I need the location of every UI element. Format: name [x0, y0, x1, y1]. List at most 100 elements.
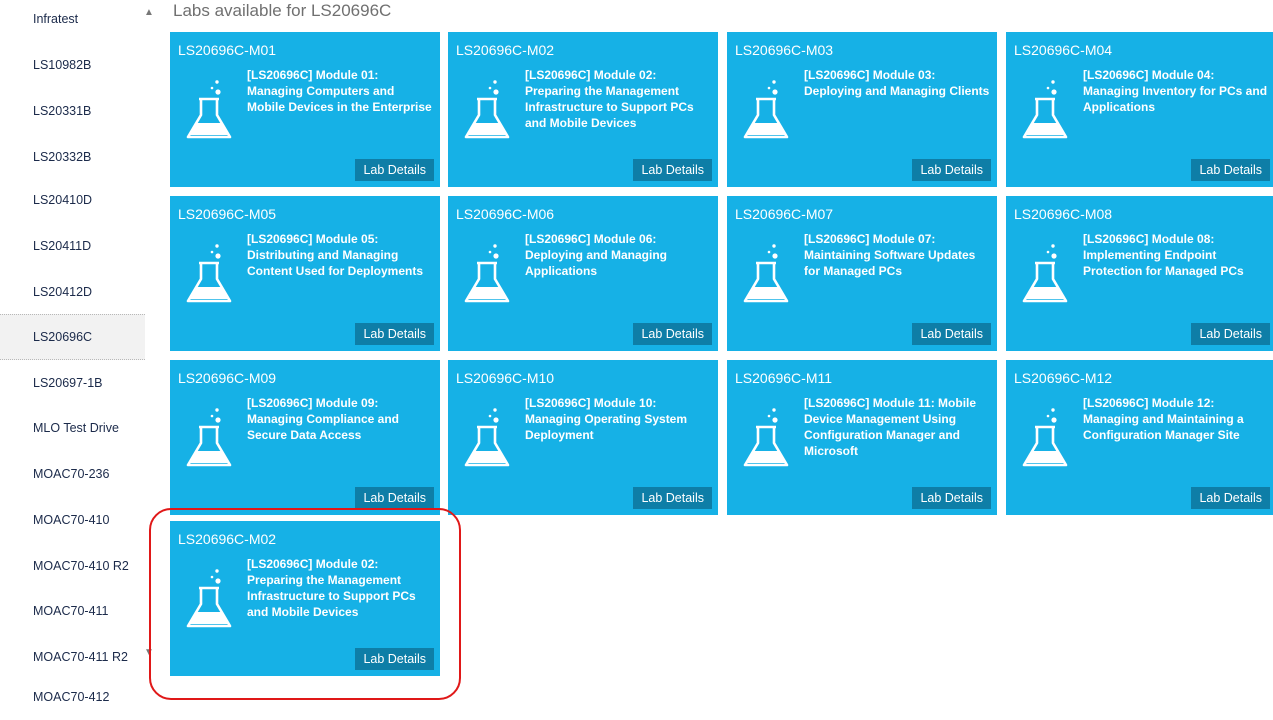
- sidebar-item-moac70-410[interactable]: MOAC70-410: [0, 497, 145, 543]
- sidebar-item-infratest[interactable]: Infratest: [0, 0, 145, 42]
- lab-tile[interactable]: LS20696C-M07 [LS20696C] Module 07: Mainta…: [727, 196, 997, 351]
- sidebar-item-ls20411d[interactable]: LS20411D: [0, 223, 145, 269]
- lab-tile-title: LS20696C-M11: [735, 370, 833, 386]
- sidebar-item-label: MOAC70-410 R2: [33, 559, 129, 573]
- lab-tile-title: LS20696C-M03: [735, 42, 834, 58]
- sidebar-item-mlo-test-drive[interactable]: MLO Test Drive: [0, 405, 145, 451]
- sidebar-item-label: MOAC70-411 R2: [33, 650, 128, 664]
- sidebar-item-ls20697-1b[interactable]: LS20697-1B: [0, 360, 145, 406]
- sidebar-item-moac70-412[interactable]: MOAC70-412: [0, 674, 145, 720]
- lab-details-button[interactable]: Lab Details: [355, 323, 434, 345]
- flask-icon: [462, 405, 512, 469]
- sidebar-item-label: LS20411D: [33, 239, 92, 253]
- lab-details-button[interactable]: Lab Details: [912, 487, 991, 509]
- flask-icon: [184, 405, 234, 469]
- lab-tile[interactable]: LS20696C-M09 [LS20696C] Module 09: Managi…: [170, 360, 440, 515]
- sidebar-item-label: MOAC70-412: [33, 690, 110, 704]
- sidebar-item-label: LS20332B: [33, 150, 92, 164]
- flask-icon: [462, 241, 512, 305]
- chevron-up-icon[interactable]: ▲: [143, 7, 155, 19]
- sidebar-item-label: LS20412D: [33, 285, 93, 299]
- lab-tile-description: [LS20696C] Module 11: Mobile Device Mana…: [804, 396, 977, 458]
- lab-details-button[interactable]: Lab Details: [355, 487, 434, 509]
- chevron-down-icon[interactable]: ▼: [143, 647, 155, 659]
- flask-icon: [741, 405, 791, 469]
- lab-tile[interactable]: LS20696C-M04 [LS20696C] Module 04: Managi…: [1006, 32, 1273, 187]
- lab-tile-title: LS20696C-M01: [178, 42, 277, 58]
- sidebar-item-ls20412d[interactable]: LS20412D: [0, 269, 145, 315]
- sidebar-item-moac70-411[interactable]: MOAC70-411: [0, 588, 145, 634]
- lab-tile[interactable]: LS20696C-M10 [LS20696C] Module 10: Managi…: [448, 360, 718, 515]
- flask-icon: [1020, 241, 1070, 305]
- sidebar-item-ls20331b[interactable]: LS20331B: [0, 88, 145, 134]
- flask-icon: [184, 241, 234, 305]
- lab-tile-title: LS20696C-M04: [1014, 42, 1113, 58]
- lab-tile[interactable]: LS20696C-M02 [LS20696C] Module 02: Prepar…: [448, 32, 718, 187]
- lab-tile-title: LS20696C-M05: [178, 206, 277, 222]
- lab-tile-title: LS20696C-M06: [456, 206, 555, 222]
- flask-icon: [462, 77, 512, 141]
- lab-tile-title: LS20696C-M02: [178, 531, 277, 547]
- lab-tile-title: LS20696C-M09: [178, 370, 277, 386]
- lab-tile-description: [LS20696C] Module 02: Preparing the Mana…: [525, 68, 694, 130]
- lab-tile[interactable]: LS20696C-M08 [LS20696C] Module 08: Implem…: [1006, 196, 1273, 351]
- lab-tile-title: LS20696C-M08: [1014, 206, 1113, 222]
- lab-tile-description: [LS20696C] Module 08: Implementing Endpo…: [1083, 232, 1244, 278]
- flask-icon: [741, 77, 791, 141]
- lab-tile-description: [LS20696C] Module 06: Deploying and Mana…: [525, 232, 668, 278]
- lab-details-button[interactable]: Lab Details: [912, 159, 991, 181]
- sidebar-item-ls10982b[interactable]: LS10982B: [0, 42, 145, 88]
- lab-details-button[interactable]: Lab Details: [633, 487, 712, 509]
- flask-icon: [184, 77, 234, 141]
- lab-tile-description: [LS20696C] Module 10: Managing Operating…: [525, 396, 688, 442]
- sidebar-item-label: LS20410D: [33, 193, 93, 207]
- lab-tile[interactable]: LS20696C-M01 [LS20696C] Module 01: Managi…: [170, 32, 440, 187]
- sidebar-item-label: LS20697-1B: [33, 376, 103, 390]
- lab-details-button[interactable]: Lab Details: [1191, 323, 1270, 345]
- sidebar-item-ls20696c[interactable]: LS20696C: [0, 314, 145, 360]
- flask-icon: [1020, 77, 1070, 141]
- sidebar-item-label: LS10982B: [33, 58, 92, 72]
- lab-details-button[interactable]: Lab Details: [633, 323, 712, 345]
- lab-tile-description: [LS20696C] Module 03: Deploying and Mana…: [804, 68, 990, 98]
- lab-tile-description: [LS20696C] Module 07: Maintaining Softwa…: [804, 232, 976, 278]
- lab-details-button[interactable]: Lab Details: [1191, 159, 1270, 181]
- lab-tile[interactable]: LS20696C-M02 [LS20696C] Module 02: Prepar…: [170, 521, 440, 676]
- lab-tile[interactable]: LS20696C-M11 [LS20696C] Module 11: Mobile…: [727, 360, 997, 515]
- lab-tile-title: LS20696C-M10: [456, 370, 555, 386]
- lab-details-button[interactable]: Lab Details: [355, 648, 434, 670]
- lab-tile-description: [LS20696C] Module 12: Managing and Maint…: [1083, 396, 1244, 442]
- lab-tile-description: [LS20696C] Module 09: Managing Complianc…: [247, 396, 400, 442]
- lab-tile-description: [LS20696C] Module 02: Preparing the Mana…: [247, 557, 416, 619]
- sidebar-item-label: MOAC70-410: [33, 513, 110, 527]
- sidebar-item-ls20332b[interactable]: LS20332B: [0, 134, 145, 180]
- lab-tile-description: [LS20696C] Module 01: Managing Computers…: [247, 68, 432, 114]
- course-sidebar: Infratest LS10982B LS20331B LS20332B LS2…: [0, 0, 145, 704]
- lab-tile[interactable]: LS20696C-M12 [LS20696C] Module 12: Managi…: [1006, 360, 1273, 515]
- sidebar-item-label: Infratest: [33, 12, 79, 26]
- sidebar-item-label: LS20696C: [33, 330, 93, 344]
- lab-details-button[interactable]: Lab Details: [633, 159, 712, 181]
- lab-tile-title: LS20696C-M12: [1014, 370, 1113, 386]
- lab-details-button[interactable]: Lab Details: [912, 323, 991, 345]
- lab-details-button[interactable]: Lab Details: [355, 159, 434, 181]
- page-title: Labs available for LS20696C: [173, 1, 392, 20]
- lab-tile[interactable]: LS20696C-M06 [LS20696C] Module 06: Deploy…: [448, 196, 718, 351]
- lab-tile-title: LS20696C-M02: [456, 42, 555, 58]
- sidebar-item-moac70-236[interactable]: MOAC70-236: [0, 451, 145, 497]
- flask-icon: [1020, 405, 1070, 469]
- lab-tile[interactable]: LS20696C-M03 [LS20696C] Module 03: Deploy…: [727, 32, 997, 187]
- sidebar-item-label: MLO Test Drive: [33, 421, 119, 435]
- flask-icon: [741, 241, 791, 305]
- sidebar-item-label: MOAC70-236: [33, 467, 110, 481]
- lab-tile-title: LS20696C-M07: [735, 206, 834, 222]
- lab-tile[interactable]: LS20696C-M05 [LS20696C] Module 05: Distri…: [170, 196, 440, 351]
- sidebar-item-label: MOAC70-411: [33, 604, 109, 618]
- sidebar-item-moac70-410-r2[interactable]: MOAC70-410 R2: [0, 543, 145, 589]
- lab-tile-description: [LS20696C] Module 04: Managing Inventory…: [1083, 68, 1268, 114]
- sidebar-item-label: LS20331B: [33, 104, 92, 118]
- lab-tile-description: [LS20696C] Module 05: Distributing and M…: [247, 232, 424, 278]
- lab-details-button[interactable]: Lab Details: [1191, 487, 1270, 509]
- sidebar-item-ls20410d[interactable]: LS20410D: [0, 177, 145, 223]
- flask-icon: [184, 566, 234, 630]
